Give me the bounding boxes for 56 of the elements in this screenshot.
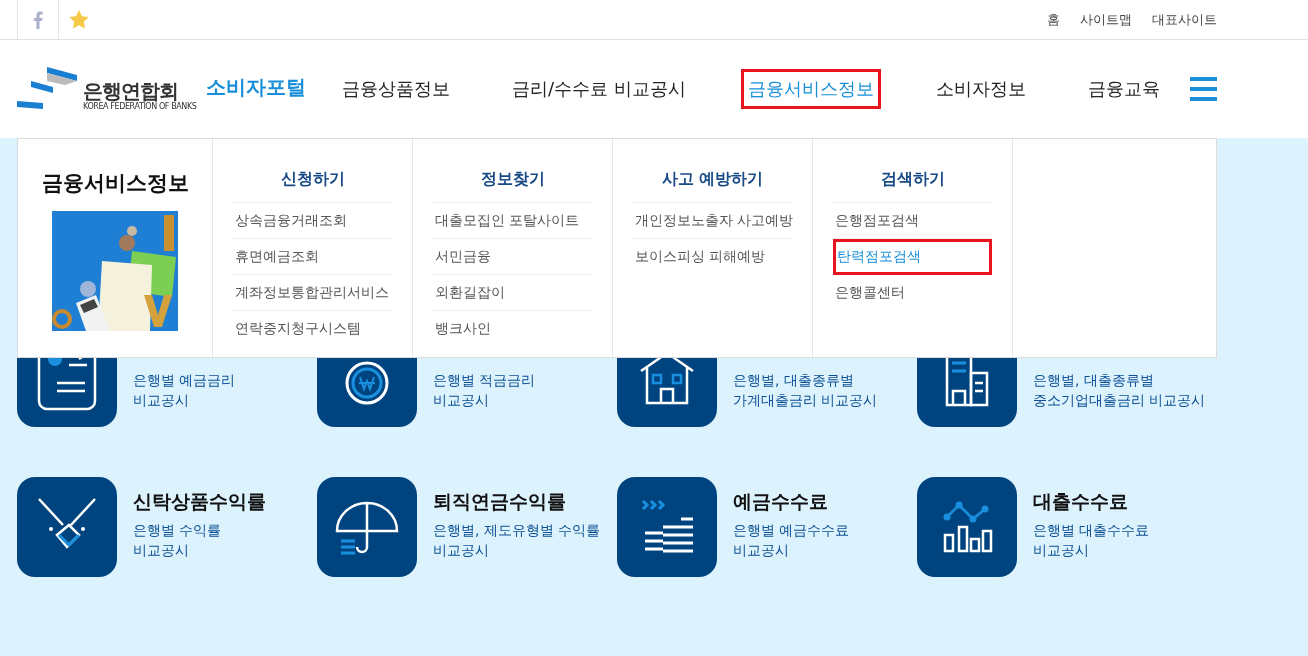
menu-link[interactable]: 계좌정보통합관리서비스 xyxy=(233,275,392,311)
menu-heading: 신청하기 xyxy=(233,169,392,203)
menu-heading: 검색하기 xyxy=(833,169,992,203)
menu-link[interactable]: 개인정보노출자 사고예방 xyxy=(633,203,792,239)
nav-item[interactable]: 금리/수수료 비교공시 xyxy=(505,69,693,109)
tile-description: 은행별, 대출종류별 xyxy=(733,371,855,390)
logo-subtitle: KOREA FEDERATION OF BANKS xyxy=(83,102,197,111)
top-link[interactable]: 사이트맵 xyxy=(1080,10,1132,29)
service-icon[interactable] xyxy=(17,477,117,577)
tile-title[interactable]: 신탁상품수익률 xyxy=(133,489,266,515)
menu-title: 금융서비스정보 xyxy=(41,170,189,197)
service-icon[interactable] xyxy=(617,477,717,577)
tile-description: 가계대출금리 비교공시 xyxy=(733,391,878,410)
tile-description: 비교공시 xyxy=(433,391,490,410)
nav-item[interactable]: 금융상품정보 xyxy=(335,69,457,109)
menu-link[interactable]: 은행점포검색 xyxy=(833,203,992,239)
tile-title[interactable]: 대출수수료 xyxy=(1033,489,1150,515)
menu-heading: 사고 예방하기 xyxy=(633,169,792,203)
top-link[interactable]: 대표사이트 xyxy=(1152,10,1217,29)
menu-link[interactable]: 연락중지청구시스템 xyxy=(233,311,392,346)
tile-description: 비교공시 xyxy=(433,541,490,560)
menu-link[interactable]: 탄력점포검색 xyxy=(833,239,992,275)
tile-description: 은행별, 대출종류별 xyxy=(1033,371,1155,390)
tile-description: 비교공시 xyxy=(133,541,190,560)
tile-description: 은행별 적금금리 xyxy=(433,371,536,390)
nav-item[interactable]: 금융서비스정보 xyxy=(740,69,881,109)
menu-link[interactable]: 서민금융 xyxy=(433,239,592,275)
menu-link[interactable]: 보이스피싱 피해예방 xyxy=(633,239,792,274)
menu-heading: 정보찾기 xyxy=(433,169,592,203)
service-icon[interactable] xyxy=(917,477,1017,577)
nav-item[interactable]: 소비자정보 xyxy=(928,69,1033,109)
service-icon[interactable] xyxy=(317,477,417,577)
logo-name: 은행연합회 xyxy=(83,80,179,102)
tile-description: 비교공시 xyxy=(133,391,190,410)
menu-icon[interactable] xyxy=(1190,77,1217,101)
nav-item[interactable]: 금융교육 xyxy=(1080,69,1167,109)
tile-description: 은행별 대출수수료 xyxy=(1033,521,1150,540)
menu-link[interactable]: 은행콜센터 xyxy=(833,275,992,310)
tile-description: 은행별 예금금리 xyxy=(133,371,236,390)
portal-title: 소비자포털 xyxy=(206,74,307,101)
menu-link[interactable]: 대출모집인 포탈사이트 xyxy=(433,203,592,239)
tile-title[interactable]: 퇴직연금수익률 xyxy=(433,489,600,515)
tile-description: 비교공시 xyxy=(1033,541,1090,560)
tile-description: 은행별 예금수수료 xyxy=(733,521,850,540)
logo-icon xyxy=(17,67,79,111)
menu-link[interactable]: 상속금융거래조회 xyxy=(233,203,392,239)
top-link[interactable]: 홈 xyxy=(1047,10,1060,29)
tile-description: 은행별, 제도유형별 수익률 xyxy=(433,521,600,540)
tile-title[interactable]: 예금수수료 xyxy=(733,489,850,515)
tile-description: 은행별 수익률 xyxy=(133,521,223,540)
tile-description: 중소기업대출금리 비교공시 xyxy=(1033,391,1206,410)
menu-link[interactable]: 뱅크사인 xyxy=(433,311,592,346)
menu-link[interactable]: 외환길잡이 xyxy=(433,275,592,311)
star-icon[interactable] xyxy=(69,10,89,29)
tile-description: 비교공시 xyxy=(733,541,790,560)
menu-link[interactable]: 휴면예금조회 xyxy=(233,239,392,275)
